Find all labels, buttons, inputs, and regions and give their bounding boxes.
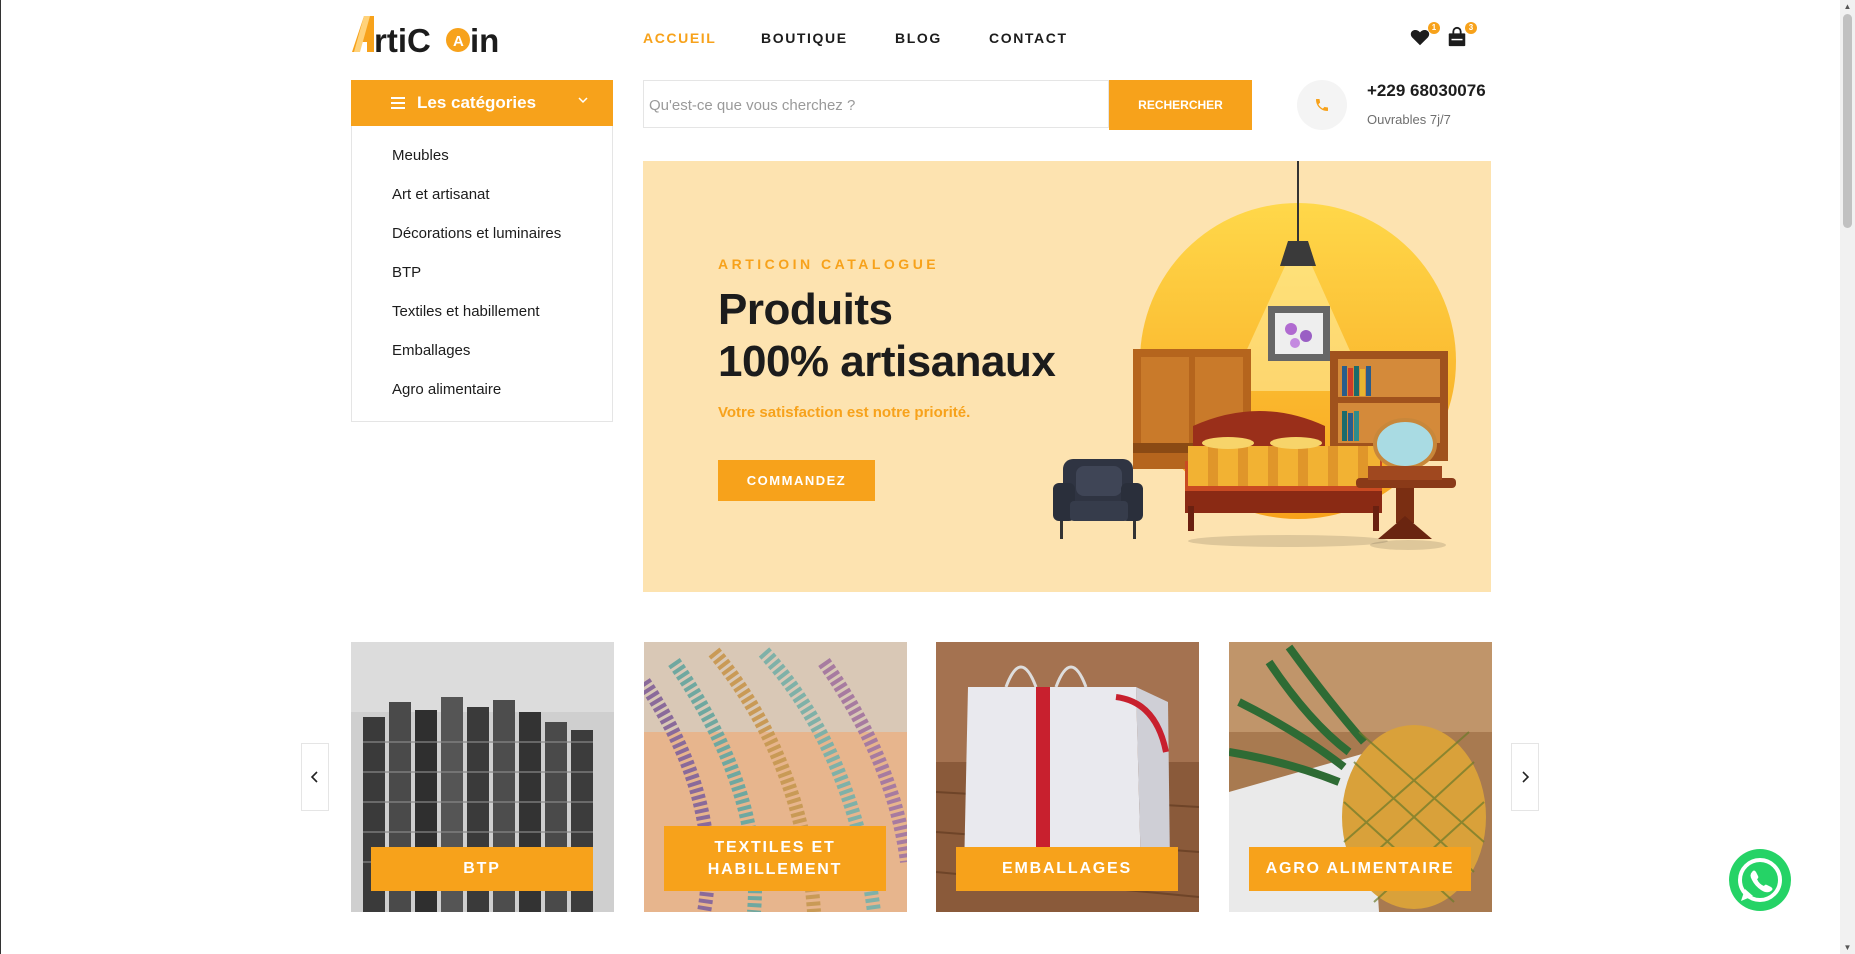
contact-hours: Ouvrables 7j/7	[1367, 112, 1451, 127]
contact-phone[interactable]: +229 68030076	[1367, 81, 1486, 101]
category-card-textiles[interactable]: TEXTILES ET HABILLEMENT	[644, 642, 907, 912]
order-button[interactable]: COMMANDEZ	[718, 460, 875, 501]
category-card-agro[interactable]: AGRO ALIMENTAIRE	[1229, 642, 1492, 912]
scroll-up-icon[interactable]: ▲	[1843, 2, 1852, 11]
categories-list: Meubles Art et artisanat Décorations et …	[351, 126, 613, 422]
phone-badge	[1297, 80, 1347, 130]
window-edge	[0, 0, 1, 954]
hero-subtitle: Votre satisfaction est notre priorité.	[718, 404, 971, 421]
category-art-artisanat[interactable]: Art et artisanat	[392, 186, 490, 203]
chevron-left-icon	[310, 771, 318, 783]
category-decorations[interactable]: Décorations et luminaires	[392, 225, 561, 242]
nav-accueil[interactable]: ACCUEIL	[643, 30, 716, 46]
category-agro[interactable]: Agro alimentaire	[392, 381, 501, 398]
phone-icon	[1316, 99, 1328, 111]
card-label-textiles-line2: HABILLEMENT	[707, 860, 843, 878]
wishlist-count-badge: 1	[1428, 22, 1440, 34]
search-input[interactable]	[644, 81, 1091, 129]
nav-contact[interactable]: CONTACT	[989, 30, 1068, 46]
hero-title-line2: 100% artisanaux	[718, 337, 1056, 386]
site-logo[interactable]: rtiC A in	[350, 12, 502, 56]
hero-title-line1: Produits	[718, 285, 893, 334]
categories-title: Les catégories	[417, 93, 537, 112]
category-card-btp[interactable]: BTP	[351, 642, 614, 912]
card-label-textiles-line1: TEXTILES ET	[714, 838, 836, 856]
chevron-right-icon	[1522, 771, 1530, 783]
card-label-agro: AGRO ALIMENTAIRE	[1249, 847, 1471, 891]
cart-count-badge: 3	[1465, 22, 1477, 34]
category-meubles[interactable]: Meubles	[392, 147, 449, 164]
hero-kicker: ARTICOIN CATALOGUE	[718, 256, 940, 272]
furniture-illustration	[1053, 161, 1456, 550]
card-label-emballages: EMBALLAGES	[956, 847, 1178, 891]
page-scrollbar[interactable]: ▲ ▼	[1840, 0, 1855, 954]
carousel-next-button[interactable]	[1511, 743, 1539, 811]
card-label-textiles: TEXTILES ET HABILLEMENT	[664, 826, 886, 891]
category-textiles[interactable]: Textiles et habillement	[392, 303, 540, 320]
search-box	[643, 80, 1109, 129]
scroll-down-icon[interactable]: ▼	[1843, 943, 1852, 952]
whatsapp-icon	[1738, 858, 1782, 902]
search-button[interactable]: RECHERCHER	[1109, 80, 1252, 130]
carousel-prev-button[interactable]	[301, 743, 329, 811]
nav-boutique[interactable]: BOUTIQUE	[761, 30, 848, 46]
category-btp[interactable]: BTP	[392, 264, 421, 281]
category-emballages[interactable]: Emballages	[392, 342, 470, 359]
scrollbar-thumb[interactable]	[1843, 14, 1852, 228]
card-label-btp: BTP	[371, 847, 593, 891]
svg-text:rtiC: rtiC	[374, 22, 431, 56]
svg-text:in: in	[470, 22, 499, 56]
articoin-logo: rtiC A in	[352, 16, 499, 56]
whatsapp-button[interactable]	[1729, 849, 1791, 911]
nav-blog[interactable]: BLOG	[895, 30, 942, 46]
hero-banner: ARTICOIN CATALOGUE Produits 100% artisan…	[643, 161, 1491, 592]
category-card-emballages[interactable]: EMBALLAGES	[936, 642, 1199, 912]
menu-icon	[391, 97, 405, 109]
chevron-down-icon	[578, 97, 588, 104]
svg-text:A: A	[453, 33, 464, 50]
categories-toggle[interactable]: Les catégories	[351, 80, 613, 126]
